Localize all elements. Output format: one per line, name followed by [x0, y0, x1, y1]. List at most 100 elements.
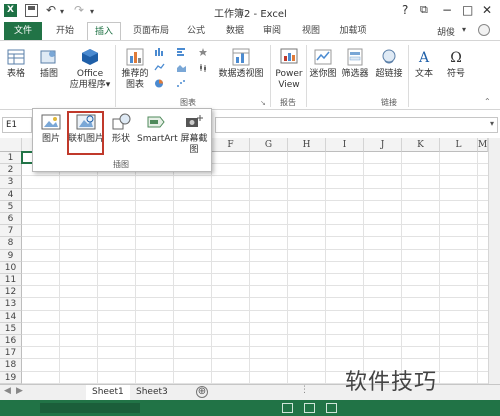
- row-header-18[interactable]: 18: [0, 359, 22, 372]
- table-button[interactable]: 表格: [2, 47, 30, 80]
- pivot-chart-button[interactable]: 数据透视图: [216, 47, 266, 80]
- sheet-tab-sheet1[interactable]: Sheet1: [86, 385, 130, 400]
- symbols-button[interactable]: Ω 符号: [442, 47, 470, 80]
- text-button[interactable]: A 文本: [410, 47, 438, 80]
- save-icon[interactable]: [25, 4, 38, 17]
- row-header-9[interactable]: 9: [0, 249, 22, 262]
- sparklines-button[interactable]: 迷你图: [308, 47, 338, 80]
- row-header-17[interactable]: 17: [0, 347, 22, 360]
- row-header-15[interactable]: 15: [0, 322, 22, 335]
- office-apps-button[interactable]: Office 应用程序▾: [68, 47, 112, 91]
- row-header-11[interactable]: 11: [0, 274, 22, 287]
- screenshot-button[interactable]: 屏幕截图: [177, 111, 211, 156]
- gridline-horizontal: [22, 187, 488, 189]
- row-header-6[interactable]: 6: [0, 213, 22, 226]
- row-header-12[interactable]: 12: [0, 286, 22, 299]
- smartart-button[interactable]: SmartArt: [137, 111, 178, 145]
- sheet-tab-sheet3[interactable]: Sheet3: [130, 385, 174, 400]
- bar-chart-icon[interactable]: [176, 47, 187, 56]
- help-button[interactable]: ?: [402, 2, 408, 18]
- tab-file[interactable]: 文件: [4, 22, 42, 40]
- power-view-button[interactable]: Power View: [273, 47, 305, 91]
- row-header-2[interactable]: 2: [0, 164, 22, 177]
- expand-formula-bar-icon[interactable]: ▾: [490, 119, 494, 128]
- screenshot-label: 屏幕截图: [180, 134, 208, 155]
- illustrations-label: 插图: [39, 69, 58, 79]
- vertical-scrollbar[interactable]: [488, 138, 500, 384]
- avatar[interactable]: [478, 24, 490, 36]
- tab-insert[interactable]: 插入: [87, 22, 121, 41]
- combo-chart-icon[interactable]: [198, 47, 209, 56]
- normal-view-icon[interactable]: [282, 403, 293, 413]
- column-header-l[interactable]: L: [440, 138, 478, 152]
- redo-icon[interactable]: ↷: [74, 3, 84, 17]
- user-dropdown-icon[interactable]: ▾: [462, 25, 466, 34]
- gridline-horizontal: [22, 346, 488, 348]
- table-label: 表格: [6, 69, 25, 79]
- row-header-5[interactable]: 5: [0, 200, 22, 213]
- sheet-nav-left-icon[interactable]: ◀: [4, 386, 11, 396]
- pictures-button[interactable]: 图片: [37, 111, 65, 145]
- gridline-horizontal: [22, 175, 488, 177]
- row-header-10[interactable]: 10: [0, 261, 22, 274]
- row-header-8[interactable]: 8: [0, 237, 22, 250]
- ribbon-display-options-button[interactable]: ⧉: [420, 2, 428, 18]
- area-chart-icon[interactable]: [176, 63, 187, 72]
- tab-formulas[interactable]: 公式: [181, 22, 211, 40]
- undo-icon[interactable]: ↶: [46, 3, 56, 17]
- column-header-i[interactable]: I: [326, 138, 364, 152]
- row-header-4[interactable]: 4: [0, 188, 22, 201]
- filters-button[interactable]: 筛选器: [340, 47, 370, 80]
- column-header-h[interactable]: H: [288, 138, 326, 152]
- name-box[interactable]: E1: [2, 117, 32, 133]
- office-apps-label-line2: 应用程序▾: [69, 80, 111, 90]
- illustrations-button[interactable]: 插图: [36, 47, 62, 80]
- row-header-19[interactable]: 19: [0, 371, 22, 384]
- recommended-charts-button[interactable]: 推荐的 图表: [118, 47, 152, 91]
- column-header-k[interactable]: K: [402, 138, 440, 152]
- minimize-button[interactable]: −: [442, 2, 452, 18]
- shapes-button[interactable]: 形状: [107, 111, 135, 145]
- select-all-corner[interactable]: [0, 138, 22, 152]
- row-header-3[interactable]: 3: [0, 176, 22, 189]
- line-chart-icon[interactable]: [154, 63, 165, 72]
- column-header-m[interactable]: M: [478, 138, 488, 152]
- stock-chart-icon[interactable]: [198, 63, 209, 72]
- collapse-ribbon-icon[interactable]: ⌃: [484, 97, 491, 106]
- add-sheet-button[interactable]: ⊕: [196, 386, 208, 398]
- customize-quick-access-icon[interactable]: ▾: [90, 5, 94, 19]
- column-chart-icon[interactable]: [154, 47, 165, 56]
- close-button[interactable]: ✕: [482, 2, 492, 18]
- undo-dropdown-icon[interactable]: ▾: [60, 5, 64, 19]
- user-name[interactable]: 胡俊: [437, 25, 455, 38]
- formula-input[interactable]: [215, 117, 498, 133]
- hyperlink-button[interactable]: 超链接: [373, 47, 405, 80]
- tab-review[interactable]: 审阅: [257, 22, 287, 40]
- gridline-horizontal: [22, 358, 488, 360]
- row-header-16[interactable]: 16: [0, 335, 22, 348]
- row-header-1[interactable]: 1: [0, 152, 22, 165]
- tab-data[interactable]: 数据: [220, 22, 250, 40]
- tab-view[interactable]: 视图: [296, 22, 326, 40]
- page-layout-view-icon[interactable]: [304, 403, 315, 413]
- scatter-chart-icon[interactable]: [176, 79, 187, 88]
- column-header-g[interactable]: G: [250, 138, 288, 152]
- row-header-7[interactable]: 7: [0, 225, 22, 238]
- charts-dialog-launcher-icon[interactable]: ↘: [260, 99, 266, 107]
- tab-page-layout[interactable]: 页面布局: [126, 22, 176, 40]
- pie-chart-icon[interactable]: [154, 79, 165, 88]
- page-break-view-icon[interactable]: [326, 403, 337, 413]
- symbols-label: 符号: [446, 69, 465, 79]
- maximize-button[interactable]: □: [462, 2, 473, 18]
- spreadsheet-grid[interactable]: ABCDEFGHIJKLM123456789101112131415161718…: [0, 138, 500, 384]
- tab-home[interactable]: 开始: [50, 22, 80, 40]
- excel-logo-icon[interactable]: X: [4, 4, 17, 17]
- tab-split-handle-icon[interactable]: ⋮: [300, 385, 309, 395]
- pivot-chart-label: 数据透视图: [218, 69, 264, 79]
- row-header-13[interactable]: 13: [0, 298, 22, 311]
- tab-add-ins[interactable]: 加载项: [333, 22, 373, 40]
- column-header-j[interactable]: J: [364, 138, 402, 152]
- sheet-nav-right-icon[interactable]: ▶: [16, 386, 23, 396]
- column-header-f[interactable]: F: [212, 138, 250, 152]
- row-header-14[interactable]: 14: [0, 310, 22, 323]
